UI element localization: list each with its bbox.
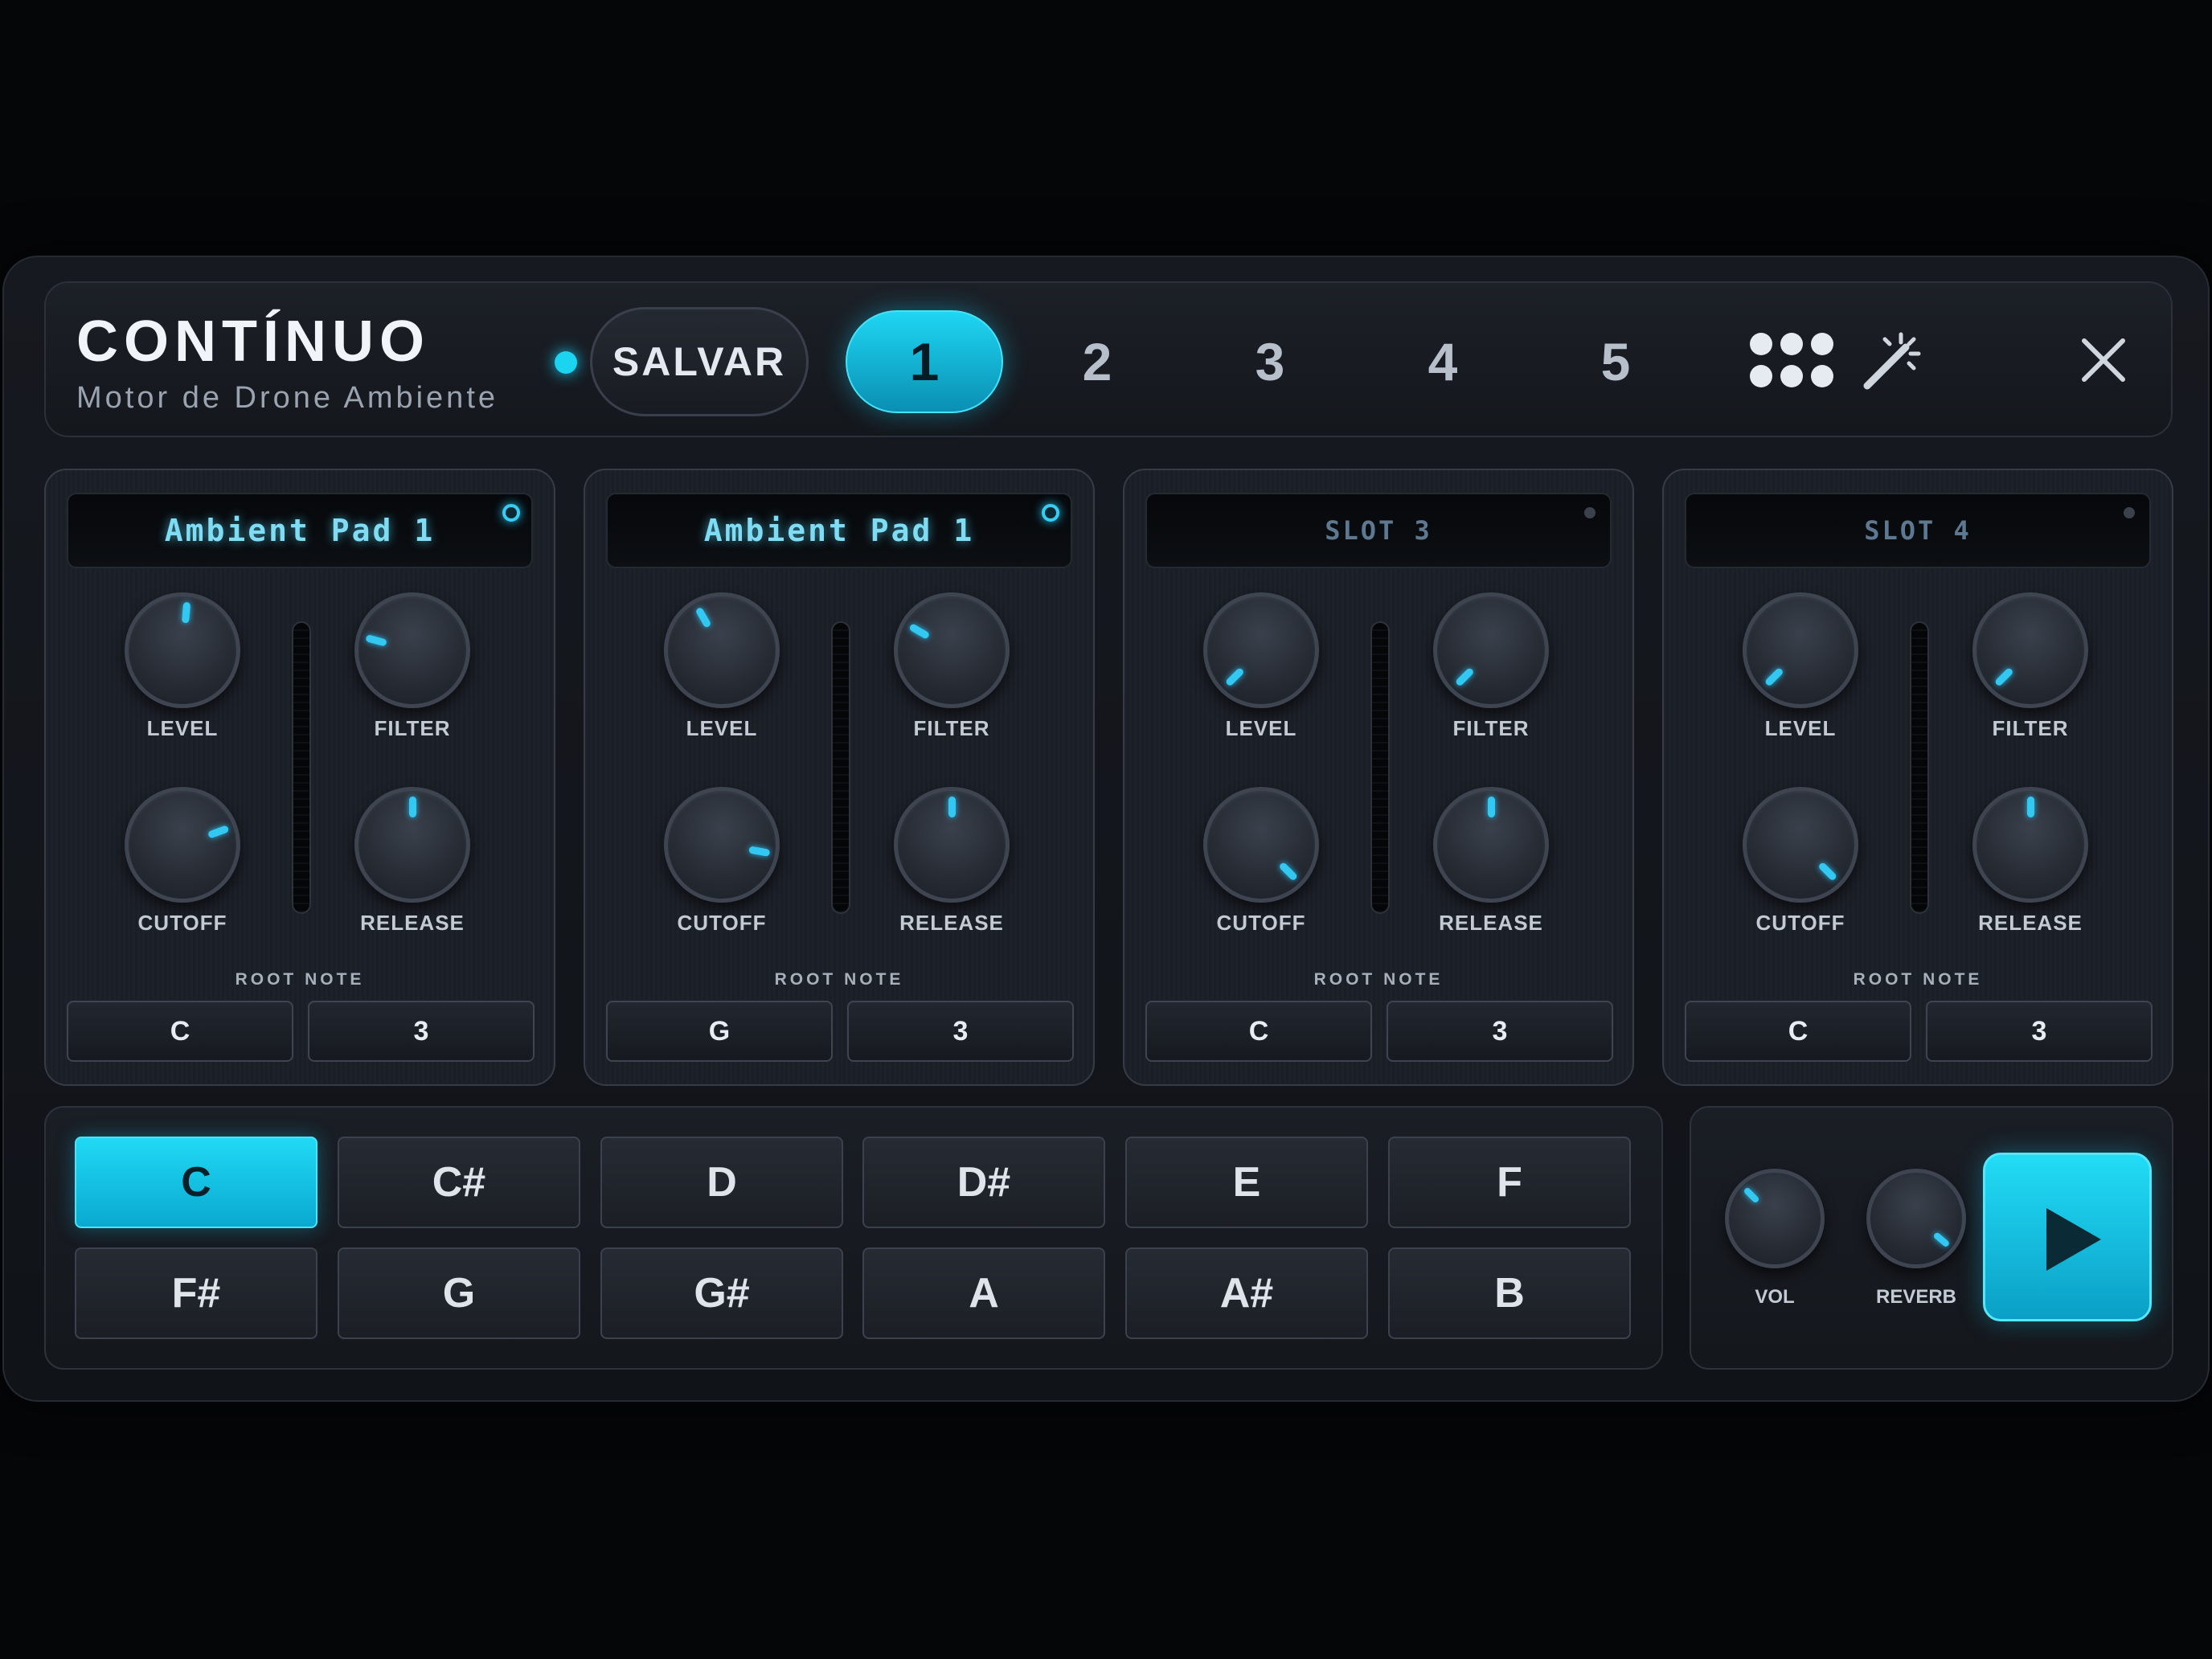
slot-2-panel: Ambient Pad 1 LEVEL FILTER CUTOFF RELEAS… — [584, 469, 1095, 1086]
knob-label: LEVEL — [686, 716, 758, 740]
slot-name: SLOT 3 — [1325, 515, 1432, 546]
root-note-button[interactable]: C — [67, 1001, 293, 1062]
cutoff-knob[interactable] — [1203, 787, 1319, 903]
slot-led-icon — [502, 504, 520, 522]
slot-4-display[interactable]: SLOT 4 — [1685, 493, 2151, 568]
grid-icon[interactable] — [1750, 333, 1833, 389]
level-knob[interactable] — [664, 592, 780, 708]
knob-label: CUTOFF — [677, 911, 767, 935]
slot-2-display[interactable]: Ambient Pad 1 — [606, 493, 1072, 568]
slot-name: Ambient Pad 1 — [703, 513, 975, 548]
level-knob[interactable] — [1203, 592, 1319, 708]
app-title: CONTÍNUO — [76, 309, 430, 374]
preset-2-button[interactable]: 2 — [1018, 310, 1176, 413]
release-knob[interactable] — [354, 787, 470, 903]
key-e[interactable]: E — [1125, 1137, 1368, 1228]
release-knob[interactable] — [1433, 787, 1549, 903]
knob-label: RELEASE — [1439, 911, 1543, 935]
slot-3-panel: SLOT 3 LEVEL FILTER CUTOFF RELEASE ROOT … — [1123, 469, 1634, 1086]
knob-label: CUTOFF — [137, 911, 227, 935]
level-meter — [1370, 621, 1390, 914]
key-b[interactable]: B — [1388, 1247, 1631, 1339]
root-note-button[interactable]: C — [1145, 1001, 1372, 1062]
root-note-label: ROOT NOTE — [774, 970, 904, 989]
filter-knob[interactable] — [1972, 592, 2088, 708]
cutoff-knob[interactable] — [1743, 787, 1858, 903]
preset-1-button[interactable]: 1 — [846, 310, 1003, 413]
knob-label: FILTER — [1452, 716, 1530, 740]
octave-button[interactable]: 3 — [1387, 1001, 1613, 1062]
root-note-button[interactable]: C — [1685, 1001, 1911, 1062]
key-f[interactable]: F — [1388, 1137, 1631, 1228]
knob-label: RELEASE — [899, 911, 1004, 935]
reverb-knob[interactable] — [1866, 1169, 1966, 1268]
preset-4-button[interactable]: 4 — [1364, 310, 1522, 413]
app-subtitle: Motor de Drone Ambiente — [76, 381, 499, 415]
filter-knob[interactable] — [354, 592, 470, 708]
key-g[interactable]: G — [338, 1247, 580, 1339]
level-meter — [1910, 621, 1929, 914]
volume-label: VOL — [1755, 1286, 1795, 1308]
app-window: CONTÍNUO Motor de Drone Ambiente SALVAR … — [2, 256, 2210, 1402]
slot-led-icon — [1584, 507, 1596, 518]
root-note-label: ROOT NOTE — [1313, 970, 1444, 989]
knob-label: RELEASE — [360, 911, 465, 935]
key-d-sharp[interactable]: D# — [862, 1137, 1105, 1228]
key-d[interactable]: D — [600, 1137, 843, 1228]
knob-label: LEVEL — [146, 716, 219, 740]
close-icon[interactable] — [2078, 334, 2129, 386]
cutoff-knob[interactable] — [664, 787, 780, 903]
slot-4-panel: SLOT 4 LEVEL FILTER CUTOFF RELEASE ROOT … — [1662, 469, 2173, 1086]
knob-label: FILTER — [1992, 716, 2069, 740]
slot-name: Ambient Pad 1 — [164, 513, 436, 548]
slot-3-display[interactable]: SLOT 3 — [1145, 493, 1612, 568]
status-dot-icon — [555, 351, 577, 374]
key-f-sharp[interactable]: F# — [75, 1247, 317, 1339]
reverb-label: REVERB — [1875, 1286, 1957, 1308]
slot-name: SLOT 4 — [1864, 515, 1972, 546]
knob-label: LEVEL — [1764, 716, 1837, 740]
knob-label: FILTER — [374, 716, 451, 740]
filter-knob[interactable] — [1433, 592, 1549, 708]
filter-knob[interactable] — [894, 592, 1010, 708]
level-meter — [292, 621, 311, 914]
knob-label: CUTOFF — [1216, 911, 1306, 935]
level-knob[interactable] — [125, 592, 240, 708]
output-panel: VOL REVERB — [1690, 1106, 2173, 1370]
header-bar: CONTÍNUO Motor de Drone Ambiente SALVAR … — [44, 281, 2173, 437]
octave-button[interactable]: 3 — [308, 1001, 535, 1062]
slot-led-icon — [1042, 504, 1059, 522]
key-a[interactable]: A — [862, 1247, 1105, 1339]
play-button[interactable] — [1983, 1153, 2152, 1321]
note-keys-panel: C C# D D# E F F# G G# A A# B — [44, 1106, 1663, 1370]
root-note-button[interactable]: G — [606, 1001, 833, 1062]
slot-1-display[interactable]: Ambient Pad 1 — [67, 493, 533, 568]
octave-button[interactable]: 3 — [847, 1001, 1074, 1062]
root-note-label: ROOT NOTE — [235, 970, 365, 989]
level-meter — [831, 621, 850, 914]
knob-label: CUTOFF — [1755, 911, 1845, 935]
preset-3-button[interactable]: 3 — [1191, 310, 1349, 413]
magic-wand-icon[interactable] — [1861, 331, 1922, 392]
key-c-sharp[interactable]: C# — [338, 1137, 580, 1228]
knob-label: LEVEL — [1225, 716, 1297, 740]
release-knob[interactable] — [1972, 787, 2088, 903]
slot-led-icon — [2124, 507, 2135, 518]
key-g-sharp[interactable]: G# — [600, 1247, 843, 1339]
preset-5-button[interactable]: 5 — [1537, 310, 1694, 413]
key-a-sharp[interactable]: A# — [1125, 1247, 1368, 1339]
slot-1-panel: Ambient Pad 1 LEVEL FILTER CUTOFF RELEAS… — [44, 469, 555, 1086]
release-knob[interactable] — [894, 787, 1010, 903]
level-knob[interactable] — [1743, 592, 1858, 708]
knob-label: FILTER — [913, 716, 990, 740]
volume-knob[interactable] — [1725, 1169, 1825, 1268]
knob-label: RELEASE — [1978, 911, 2083, 935]
save-button[interactable]: SALVAR — [590, 307, 809, 416]
cutoff-knob[interactable] — [125, 787, 240, 903]
play-icon — [2046, 1208, 2101, 1271]
octave-button[interactable]: 3 — [1926, 1001, 2153, 1062]
key-c[interactable]: C — [75, 1137, 317, 1228]
root-note-label: ROOT NOTE — [1853, 970, 1983, 989]
